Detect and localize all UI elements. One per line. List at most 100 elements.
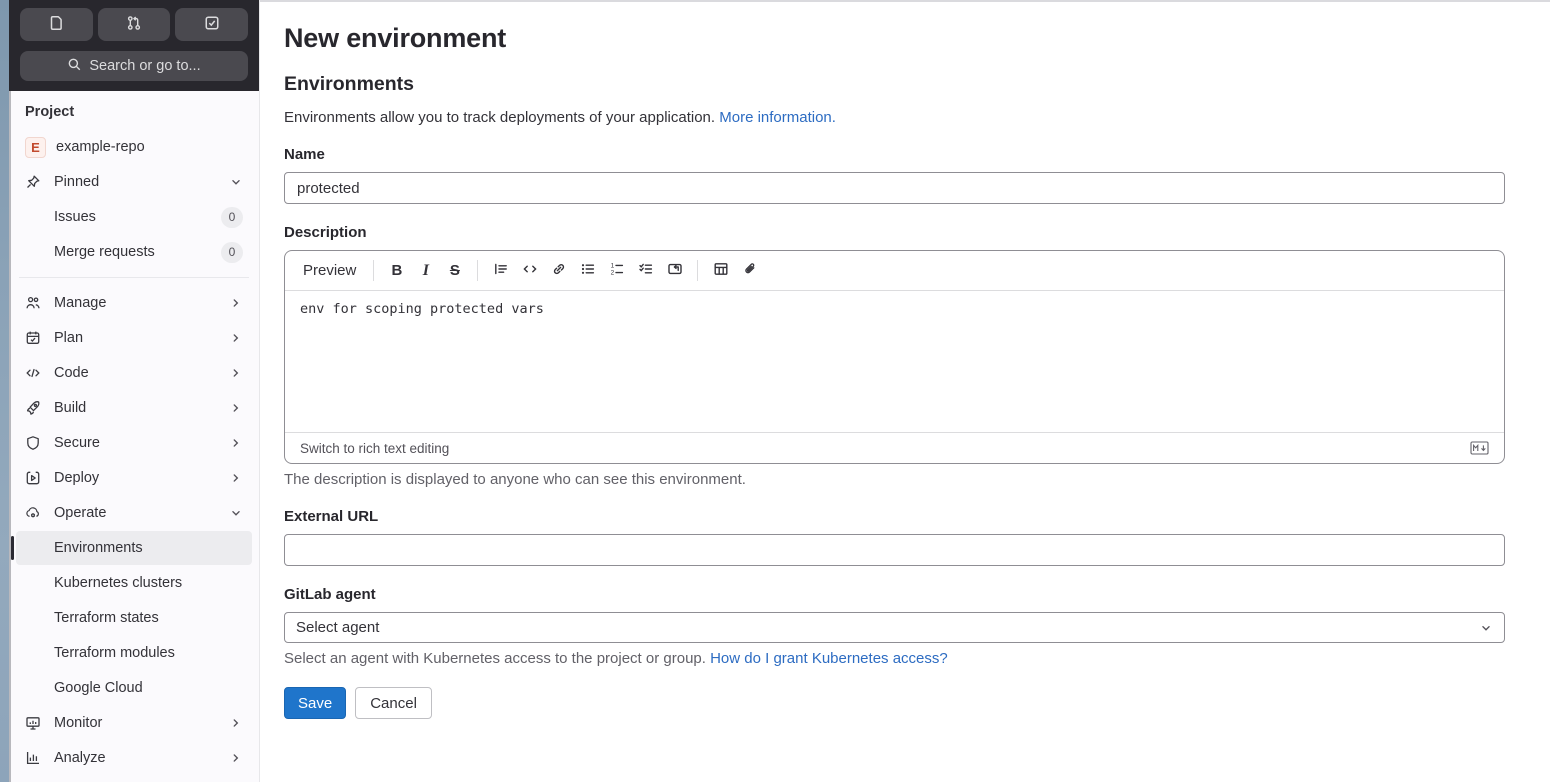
todo-check-icon [204, 15, 220, 34]
search-icon [67, 57, 82, 76]
name-input[interactable] [284, 172, 1505, 204]
insert-link-button[interactable] [544, 257, 573, 285]
external-url-label: External URL [284, 508, 379, 525]
code-brackets-icon [25, 365, 41, 381]
quote-icon [493, 261, 509, 281]
more-information-link[interactable]: More information. [719, 109, 836, 126]
monitor-icon [25, 715, 41, 731]
editor-toolbar: Preview B I S 1 2 [285, 251, 1504, 291]
name-field-group: Name [284, 146, 1505, 204]
issues-shortcut-button[interactable] [20, 8, 93, 41]
insert-code-button[interactable] [515, 257, 544, 285]
chevron-down-icon [229, 175, 243, 189]
agent-help-text: Select an agent with Kubernetes access t… [284, 650, 1505, 667]
attachment-icon [742, 261, 758, 281]
collapsible-section-button[interactable] [660, 257, 689, 285]
sidebar-item-label: Google Cloud [54, 680, 143, 696]
markdown-icon [1470, 441, 1489, 455]
sidebar-item-kubernetes-clusters[interactable]: Kubernetes clusters [16, 566, 252, 600]
bold-button[interactable]: B [382, 257, 411, 285]
sidebar-item-terraform-modules[interactable]: Terraform modules [16, 636, 252, 670]
todos-shortcut-button[interactable] [175, 8, 249, 41]
sidebar-item-project[interactable]: E example-repo [16, 130, 252, 164]
kubernetes-access-link[interactable]: How do I grant Kubernetes access? [710, 650, 948, 667]
people-icon [25, 295, 41, 311]
save-button[interactable]: Save [284, 687, 347, 719]
toolbar-separator [477, 260, 479, 281]
sidebar-item-label: Monitor [54, 715, 103, 731]
sidebar-item-label: Operate [54, 505, 107, 521]
preview-tab[interactable]: Preview [294, 257, 365, 285]
chevron-down-icon [1479, 621, 1493, 635]
bullet-list-button[interactable] [573, 257, 602, 285]
gitlab-agent-label: GitLab agent [284, 586, 376, 603]
sidebar-item-label: Plan [54, 330, 84, 346]
chevron-right-icon [229, 471, 243, 485]
pin-icon [25, 174, 41, 190]
agent-help-sentence: Select an agent with Kubernetes access t… [284, 650, 706, 667]
sidebar-item-label: Terraform states [54, 610, 159, 626]
chevron-down-icon [229, 506, 243, 520]
strikethrough-button[interactable]: S [440, 257, 469, 285]
editor-footer: Switch to rich text editing [285, 432, 1504, 463]
sidebar-item-google-cloud[interactable]: Google Cloud [16, 671, 252, 705]
environments-heading: Environments [284, 73, 415, 95]
sidebar-item-label: Analyze [54, 750, 106, 766]
sidebar-item-plan[interactable]: Plan [16, 321, 252, 355]
cancel-button[interactable]: Cancel [355, 687, 432, 719]
switch-rich-text-link[interactable]: Switch to rich text editing [300, 441, 449, 456]
external-url-input[interactable] [284, 534, 1505, 566]
sidebar-divider [19, 277, 249, 278]
description-textarea[interactable]: env for scoping protected vars [285, 291, 1504, 432]
calendar-icon [25, 330, 41, 346]
collapsible-section-icon [667, 261, 683, 281]
insert-table-button[interactable] [706, 257, 735, 285]
sidebar-item-label: Secure [54, 435, 100, 451]
sidebar-item-deploy[interactable]: Deploy [16, 461, 252, 495]
toolbar-separator [697, 260, 699, 281]
sidebar-item-label: Build [54, 400, 87, 416]
sidebar-item-environments[interactable]: Environments [11, 531, 252, 565]
external-url-field-group: External URL [284, 508, 1505, 566]
sidebar-item-label: Manage [54, 295, 107, 311]
chevron-right-icon [229, 716, 243, 730]
sidebar-item-label: Pinned [54, 174, 100, 190]
search-placeholder: Search or go to... [89, 58, 201, 74]
search-input[interactable]: Search or go to... [20, 51, 248, 81]
sidebar-item-merge-requests[interactable]: Merge requests 0 [16, 235, 252, 269]
sidebar-item-code[interactable]: Code [16, 356, 252, 390]
sidebar-item-manage[interactable]: Manage [16, 286, 252, 320]
merge-requests-count-badge: 0 [221, 241, 243, 263]
sidebar-item-pinned[interactable]: Pinned [16, 165, 252, 199]
sidebar-item-label: Environments [54, 540, 143, 556]
rocket-icon [25, 400, 41, 416]
bullet-list-icon [580, 261, 596, 281]
sidebar-item-issues[interactable]: Issues 0 [16, 200, 252, 234]
sidebar-item-secure[interactable]: Secure [16, 426, 252, 460]
italic-button[interactable]: I [411, 257, 440, 285]
chevron-right-icon [229, 436, 243, 450]
sidebar-item-build[interactable]: Build [16, 391, 252, 425]
page-title: New environment [284, 23, 507, 53]
desktop-edge-strip [0, 0, 9, 782]
sidebar-item-operate[interactable]: Operate [16, 496, 252, 530]
task-list-button[interactable] [631, 257, 660, 285]
numbered-list-button[interactable]: 12 [602, 257, 631, 285]
code-icon [522, 261, 538, 281]
sidebar-header: Search or go to... [9, 0, 259, 91]
name-label: Name [284, 146, 325, 163]
sidebar-item-terraform-states[interactable]: Terraform states [16, 601, 252, 635]
project-name: example-repo [56, 139, 145, 155]
agent-select[interactable]: Select agent [284, 612, 1505, 643]
sidebar-item-label: Terraform modules [54, 645, 175, 661]
quote-button[interactable] [486, 257, 515, 285]
sidebar-item-monitor[interactable]: Monitor [16, 706, 252, 740]
sidebar-item-analyze[interactable]: Analyze [16, 741, 252, 775]
form-actions: Save Cancel [284, 687, 1505, 719]
attach-file-button[interactable] [735, 257, 764, 285]
intro-text: Environments allow you to track deployme… [284, 109, 1505, 126]
chevron-right-icon [229, 366, 243, 380]
merge-requests-shortcut-button[interactable] [97, 8, 171, 41]
chevron-right-icon [229, 296, 243, 310]
numbered-list-icon: 12 [609, 261, 625, 281]
